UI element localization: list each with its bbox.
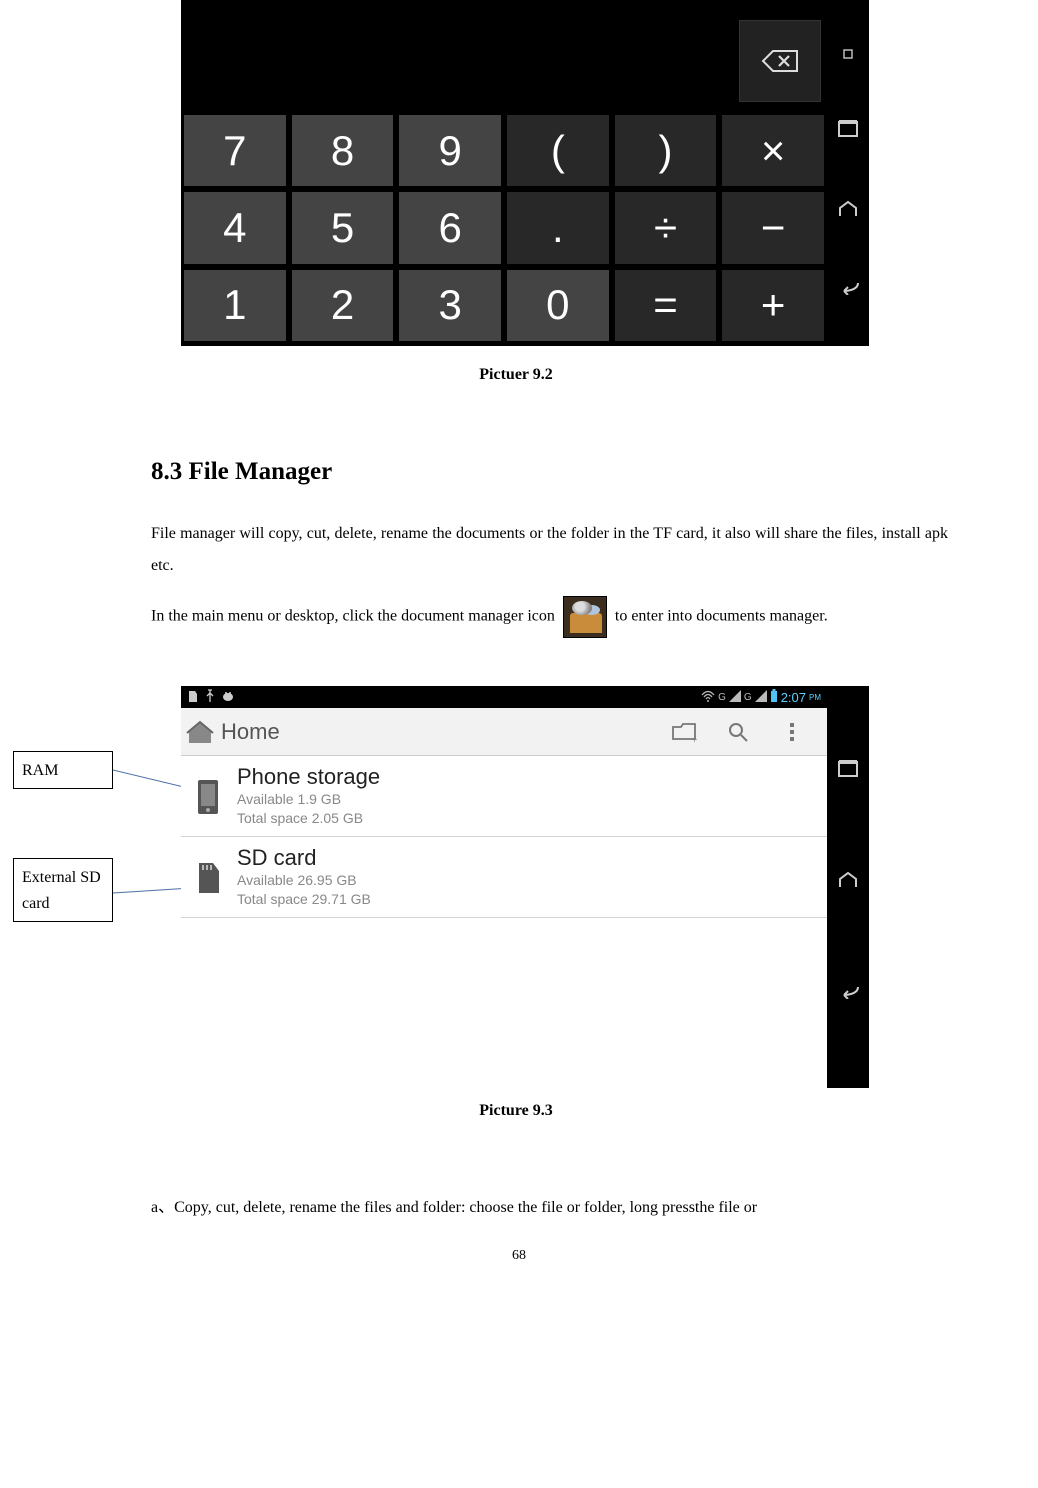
section-heading: 8.3 File Manager [151,458,332,486]
file-manager-screenshot: G G 2:07 PM [181,686,869,1088]
para2-part-b: to enter into documents manager. [611,608,828,625]
calc-key-+[interactable]: + [721,269,825,342]
storage-item[interactable]: SD cardAvailable 26.95 GBTotal space 29.… [181,837,827,918]
figure-caption-1: Pictuer 9.2 [151,366,881,384]
storage-item-title: Phone storage [237,764,380,790]
debug-status-icon [221,690,235,705]
calculator-display [183,2,825,114]
status-ampm: PM [809,693,821,702]
calc-key-3[interactable]: 3 [398,269,502,342]
calc-key-0[interactable]: 0 [506,269,610,342]
sdcard-status-icon [187,689,199,706]
calc-key-4[interactable]: 4 [183,191,287,264]
search-button[interactable] [711,708,765,756]
body-paragraph-1: File manager will copy, cut, delete, ren… [151,518,948,582]
storage-item-total: Total space 29.71 GB [237,890,371,909]
calc-key-1[interactable]: 1 [183,269,287,342]
calc-key-6[interactable]: 6 [398,191,502,264]
overflow-menu-icon [788,721,796,743]
calc-key-×[interactable]: × [721,114,825,187]
g-indicator-1: G [718,692,726,703]
storage-item-available: Available 1.9 GB [237,790,380,809]
back-icon[interactable] [836,983,860,1004]
file-manager-toolbar: Home + [181,708,827,756]
status-time: 2:07 [781,690,806,705]
storage-item-total: Total space 2.05 GB [237,809,380,828]
annotation-ram: RAM [13,751,113,789]
calc-key-2[interactable]: 2 [291,269,395,342]
recent-apps-icon[interactable] [837,760,859,783]
sd-card-icon [191,857,225,897]
calc-key-5[interactable]: 5 [291,191,395,264]
calc-key-)[interactable]: ) [614,114,718,187]
calc-key-7[interactable]: 7 [183,114,287,187]
calc-key-8[interactable]: 8 [291,114,395,187]
signal-icon-1 [729,690,741,705]
battery-icon [770,689,778,705]
wifi-icon [701,690,715,705]
usb-status-icon [205,689,215,706]
new-folder-button[interactable]: + [657,708,711,756]
calc-key-=[interactable]: = [614,269,718,342]
calc-key-([interactable]: ( [506,114,610,187]
annotation-sd: External SD card [13,858,113,922]
page-number: 68 [0,1248,1038,1264]
phone-storage-icon [191,776,225,816]
storage-item-title: SD card [237,845,371,871]
backspace-icon [761,49,799,73]
system-nav-bar [827,0,869,346]
recent-apps-icon[interactable] [837,120,859,143]
backspace-button[interactable] [739,20,821,102]
para2-part-a: In the main menu or desktop, click the d… [151,608,559,625]
figure-caption-2: Picture 9.3 [151,1102,881,1120]
storage-list: Phone storageAvailable 1.9 GBTotal space… [181,756,827,1088]
minimize-dot-icon [843,46,853,64]
svg-text:+: + [691,732,697,743]
document-manager-icon [563,596,607,638]
calculator-screenshot: 789()× 456.÷− 1230=+ [181,0,869,346]
g-indicator-2: G [744,692,752,703]
calc-key-9[interactable]: 9 [398,114,502,187]
calc-key-.[interactable]: . [506,191,610,264]
status-bar: G G 2:07 PM [181,686,827,708]
calc-key-÷[interactable]: ÷ [614,191,718,264]
storage-item-available: Available 26.95 GB [237,871,371,890]
toolbar-title: Home [221,719,280,745]
body-paragraph-2: In the main menu or desktop, click the d… [151,596,948,638]
system-nav-bar [827,686,869,1088]
search-icon [727,721,749,743]
back-icon[interactable] [836,279,860,300]
new-folder-icon: + [671,721,697,743]
overflow-menu-button[interactable] [765,708,819,756]
home-icon[interactable] [837,871,859,894]
calc-key-−[interactable]: − [721,191,825,264]
home-toolbar-icon [185,719,215,745]
home-icon[interactable] [837,200,859,223]
signal-icon-2 [755,690,767,705]
storage-item[interactable]: Phone storageAvailable 1.9 GBTotal space… [181,756,827,837]
body-paragraph-3: a、Copy, cut, delete, rename the files an… [151,1192,948,1224]
